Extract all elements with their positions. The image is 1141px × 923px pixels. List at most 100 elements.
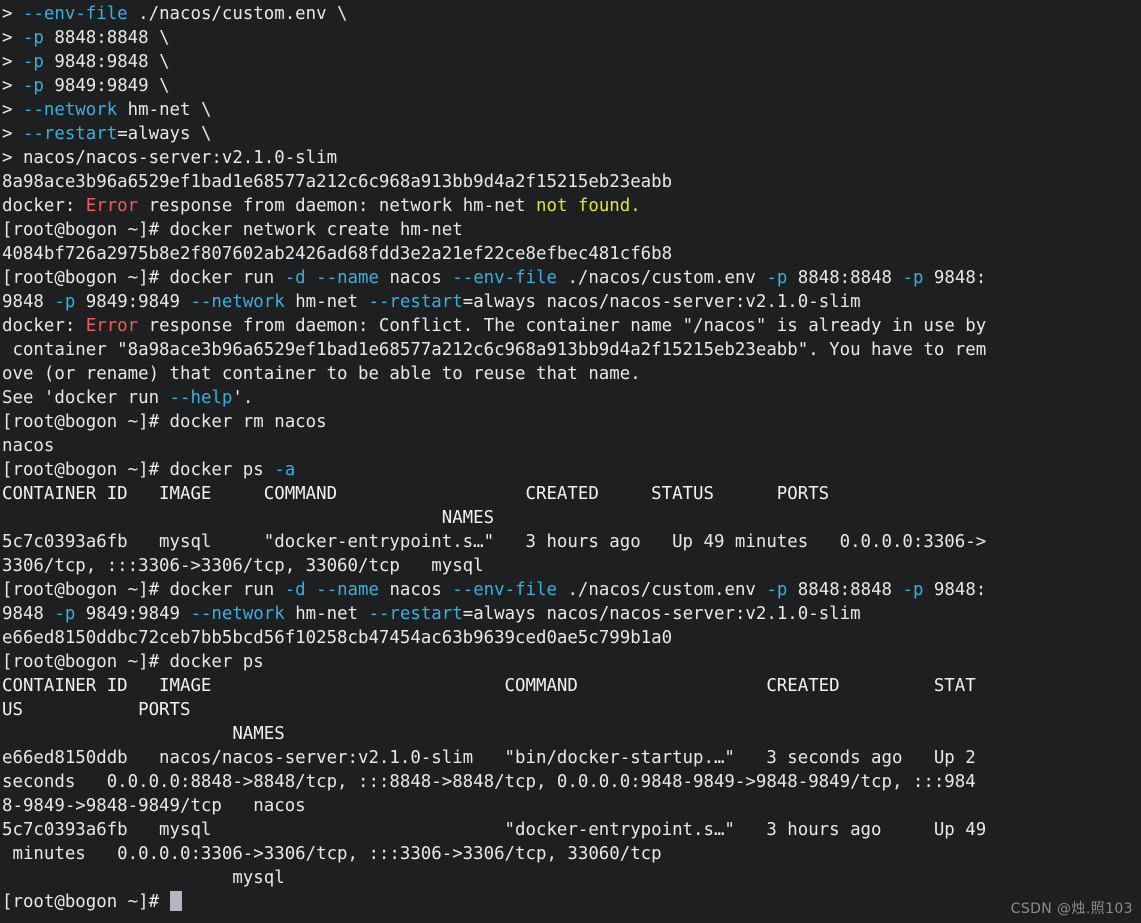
- terminal-text-segment: 9848: [2, 292, 55, 312]
- terminal-text-segment: --network: [190, 604, 285, 624]
- terminal-text-segment: [root@bogon ~]# docker ps: [2, 652, 264, 672]
- terminal-text-segment: response from daemon: network hm-net: [138, 196, 536, 216]
- terminal-text-segment: e66ed8150ddb nacos/nacos-server:v2.1.0-s…: [2, 748, 976, 768]
- terminal-text-segment: [root@bogon ~]# docker run: [2, 580, 285, 600]
- terminal-text-segment: CONTAINER ID IMAGE COMMAND CREATED STATU…: [2, 484, 830, 504]
- terminal-text-segment: --env-file: [22, 4, 128, 24]
- terminal-text-segment: 8-9849->9848-9849/tcp nacos: [2, 796, 306, 816]
- terminal-text-segment: [root@bogon ~]# docker run: [2, 268, 285, 288]
- terminal-text-segment: .: [630, 196, 641, 216]
- terminal-text-segment: docker:: [2, 316, 86, 336]
- terminal-text-segment: -d: [284, 580, 306, 600]
- terminal-text-segment: 5c7c0393a6fb mysql "docker-entrypoint.s……: [2, 820, 987, 840]
- terminal-text-segment: hm-net \: [117, 100, 212, 120]
- terminal-text-segment: --restart: [22, 124, 118, 144]
- terminal-line: 9848 -p 9849:9849 --network hm-net --res…: [2, 602, 1141, 626]
- terminal-line: [root@bogon ~]# docker network create hm…: [2, 218, 1141, 242]
- terminal-line: > --env-file ./nacos/custom.env \: [2, 2, 1141, 26]
- terminal-text-segment: container "8a98ace3b96a6529ef1bad1e68577…: [2, 340, 987, 360]
- terminal-text-segment: 5c7c0393a6fb mysql "docker-entrypoint.s……: [2, 532, 987, 552]
- terminal-text-segment: =always nacos/nacos-server:v2.1.0-slim: [462, 604, 861, 624]
- terminal-line: [root@bogon ~]# docker run -d --name nac…: [2, 266, 1141, 290]
- terminal-text-segment: -a: [274, 460, 296, 480]
- terminal-line: 5c7c0393a6fb mysql "docker-entrypoint.s……: [2, 818, 1141, 842]
- terminal-text-segment: seconds 0.0.0.0:8848->8848/tcp, :::8848-…: [2, 772, 976, 792]
- terminal-text-segment: 9849:9849: [75, 604, 191, 624]
- terminal-text-segment: [root@bogon ~]#: [2, 892, 170, 912]
- terminal-line: > -p 9848:9848 \: [2, 50, 1141, 74]
- terminal-text-segment: -d: [284, 268, 306, 288]
- terminal-text-segment: ove (or rename) that container to be abl…: [2, 364, 641, 384]
- terminal-line: [root@bogon ~]# docker ps -a: [2, 458, 1141, 482]
- terminal-text-segment: hm-net: [284, 292, 369, 312]
- terminal-text-segment: --restart: [368, 292, 463, 312]
- terminal-text-segment: --env-file: [452, 268, 557, 288]
- terminal-line: US PORTS: [2, 698, 1141, 722]
- terminal-line: docker: Error response from daemon: Conf…: [2, 314, 1141, 338]
- terminal-text-segment: --network: [22, 100, 118, 120]
- terminal-line: > -p 8848:8848 \: [2, 26, 1141, 50]
- terminal-line: container "8a98ace3b96a6529ef1bad1e68577…: [2, 338, 1141, 362]
- terminal-text-segment: --restart: [368, 604, 463, 624]
- terminal-text-segment: Error: [85, 196, 139, 216]
- terminal-line: e66ed8150ddb nacos/nacos-server:v2.1.0-s…: [2, 746, 1141, 770]
- terminal-text-segment: minutes 0.0.0.0:3306->3306/tcp, :::3306-…: [2, 844, 662, 864]
- terminal-text-segment: ./nacos/custom.env: [556, 580, 767, 600]
- terminal-text-segment: mysql: [2, 868, 285, 888]
- terminal-text-segment: ./nacos/custom.env: [556, 268, 767, 288]
- terminal-text-segment: --name: [316, 580, 379, 600]
- terminal-line: > nacos/nacos-server:v2.1.0-slim: [2, 146, 1141, 170]
- terminal-text-segment: See 'docker run: [2, 388, 170, 408]
- terminal-text-segment: -p: [22, 28, 44, 48]
- terminal-text-segment: > nacos/nacos-server:v2.1.0-slim: [2, 148, 338, 168]
- terminal-line: ove (or rename) that container to be abl…: [2, 362, 1141, 386]
- csdn-watermark: CSDN @烛.照103: [1010, 901, 1133, 917]
- terminal-line: 3306/tcp, :::3306->3306/tcp, 33060/tcp m…: [2, 554, 1141, 578]
- terminal-text-segment: [root@bogon ~]# docker rm nacos: [2, 412, 327, 432]
- terminal-line: See 'docker run --help'.: [2, 386, 1141, 410]
- terminal-line: [root@bogon ~]#: [2, 890, 1141, 914]
- terminal-text-segment: response from daemon: Conflict. The cont…: [138, 316, 987, 336]
- terminal-text-segment: -p: [902, 268, 924, 288]
- terminal-text-segment: -p: [766, 580, 788, 600]
- terminal-text-segment: -p: [22, 76, 44, 96]
- text-cursor: [169, 891, 182, 911]
- terminal-text-segment: '.: [232, 388, 254, 408]
- terminal-text-segment: ./nacos/custom.env \: [127, 4, 348, 24]
- terminal-text-segment: NAMES: [2, 724, 285, 744]
- terminal-text-segment: 8848:8848: [787, 268, 903, 288]
- terminal-text-segment: >: [2, 52, 23, 72]
- terminal-text-segment: >: [2, 124, 23, 144]
- terminal-text-segment: hm-net: [284, 604, 369, 624]
- terminal-text-segment: --help: [169, 388, 233, 408]
- terminal-text-segment: nacos: [378, 268, 453, 288]
- terminal-text-segment: e66ed8150ddbc72ceb7bb5bcd56f10258cb47454…: [2, 628, 673, 648]
- terminal-line: > -p 9849:9849 \: [2, 74, 1141, 98]
- terminal-line: CONTAINER ID IMAGE COMMAND CREATED STAT: [2, 674, 1141, 698]
- terminal-text-segment: 8848:8848: [787, 580, 903, 600]
- terminal-text-segment: 4084bf726a2975b8e2f807602ab2426ad68fdd3e…: [2, 244, 673, 264]
- terminal-text-segment: -p: [54, 292, 76, 312]
- terminal-line: minutes 0.0.0.0:3306->3306/tcp, :::3306-…: [2, 842, 1141, 866]
- terminal-text-segment: 9848:: [923, 580, 987, 600]
- terminal-text-segment: [root@bogon ~]# docker network create hm…: [2, 220, 463, 240]
- terminal-text-segment: US PORTS: [2, 700, 191, 720]
- terminal-text-segment: =always \: [117, 124, 212, 144]
- terminal-line: 8-9849->9848-9849/tcp nacos: [2, 794, 1141, 818]
- terminal-text-segment: 9849:9849: [75, 292, 191, 312]
- terminal-text-segment: NAMES: [2, 508, 495, 528]
- terminal-text-segment: -p: [766, 268, 788, 288]
- terminal-text-segment: 8a98ace3b96a6529ef1bad1e68577a212c6c968a…: [2, 172, 673, 192]
- terminal-line: seconds 0.0.0.0:8848->8848/tcp, :::8848-…: [2, 770, 1141, 794]
- terminal-text-segment: docker:: [2, 196, 86, 216]
- terminal-text-segment: 9848:9848 \: [43, 52, 170, 72]
- terminal-text-segment: nacos: [378, 580, 453, 600]
- terminal-text-segment: -p: [22, 52, 44, 72]
- terminal-line: [root@bogon ~]# docker ps: [2, 650, 1141, 674]
- terminal-line: [root@bogon ~]# docker run -d --name nac…: [2, 578, 1141, 602]
- terminal-window[interactable]: > --env-file ./nacos/custom.env \ > -p 88…: [0, 0, 1141, 923]
- terminal-line: NAMES: [2, 722, 1141, 746]
- terminal-output-buffer[interactable]: > --env-file ./nacos/custom.env \ > -p 88…: [2, 2, 1141, 914]
